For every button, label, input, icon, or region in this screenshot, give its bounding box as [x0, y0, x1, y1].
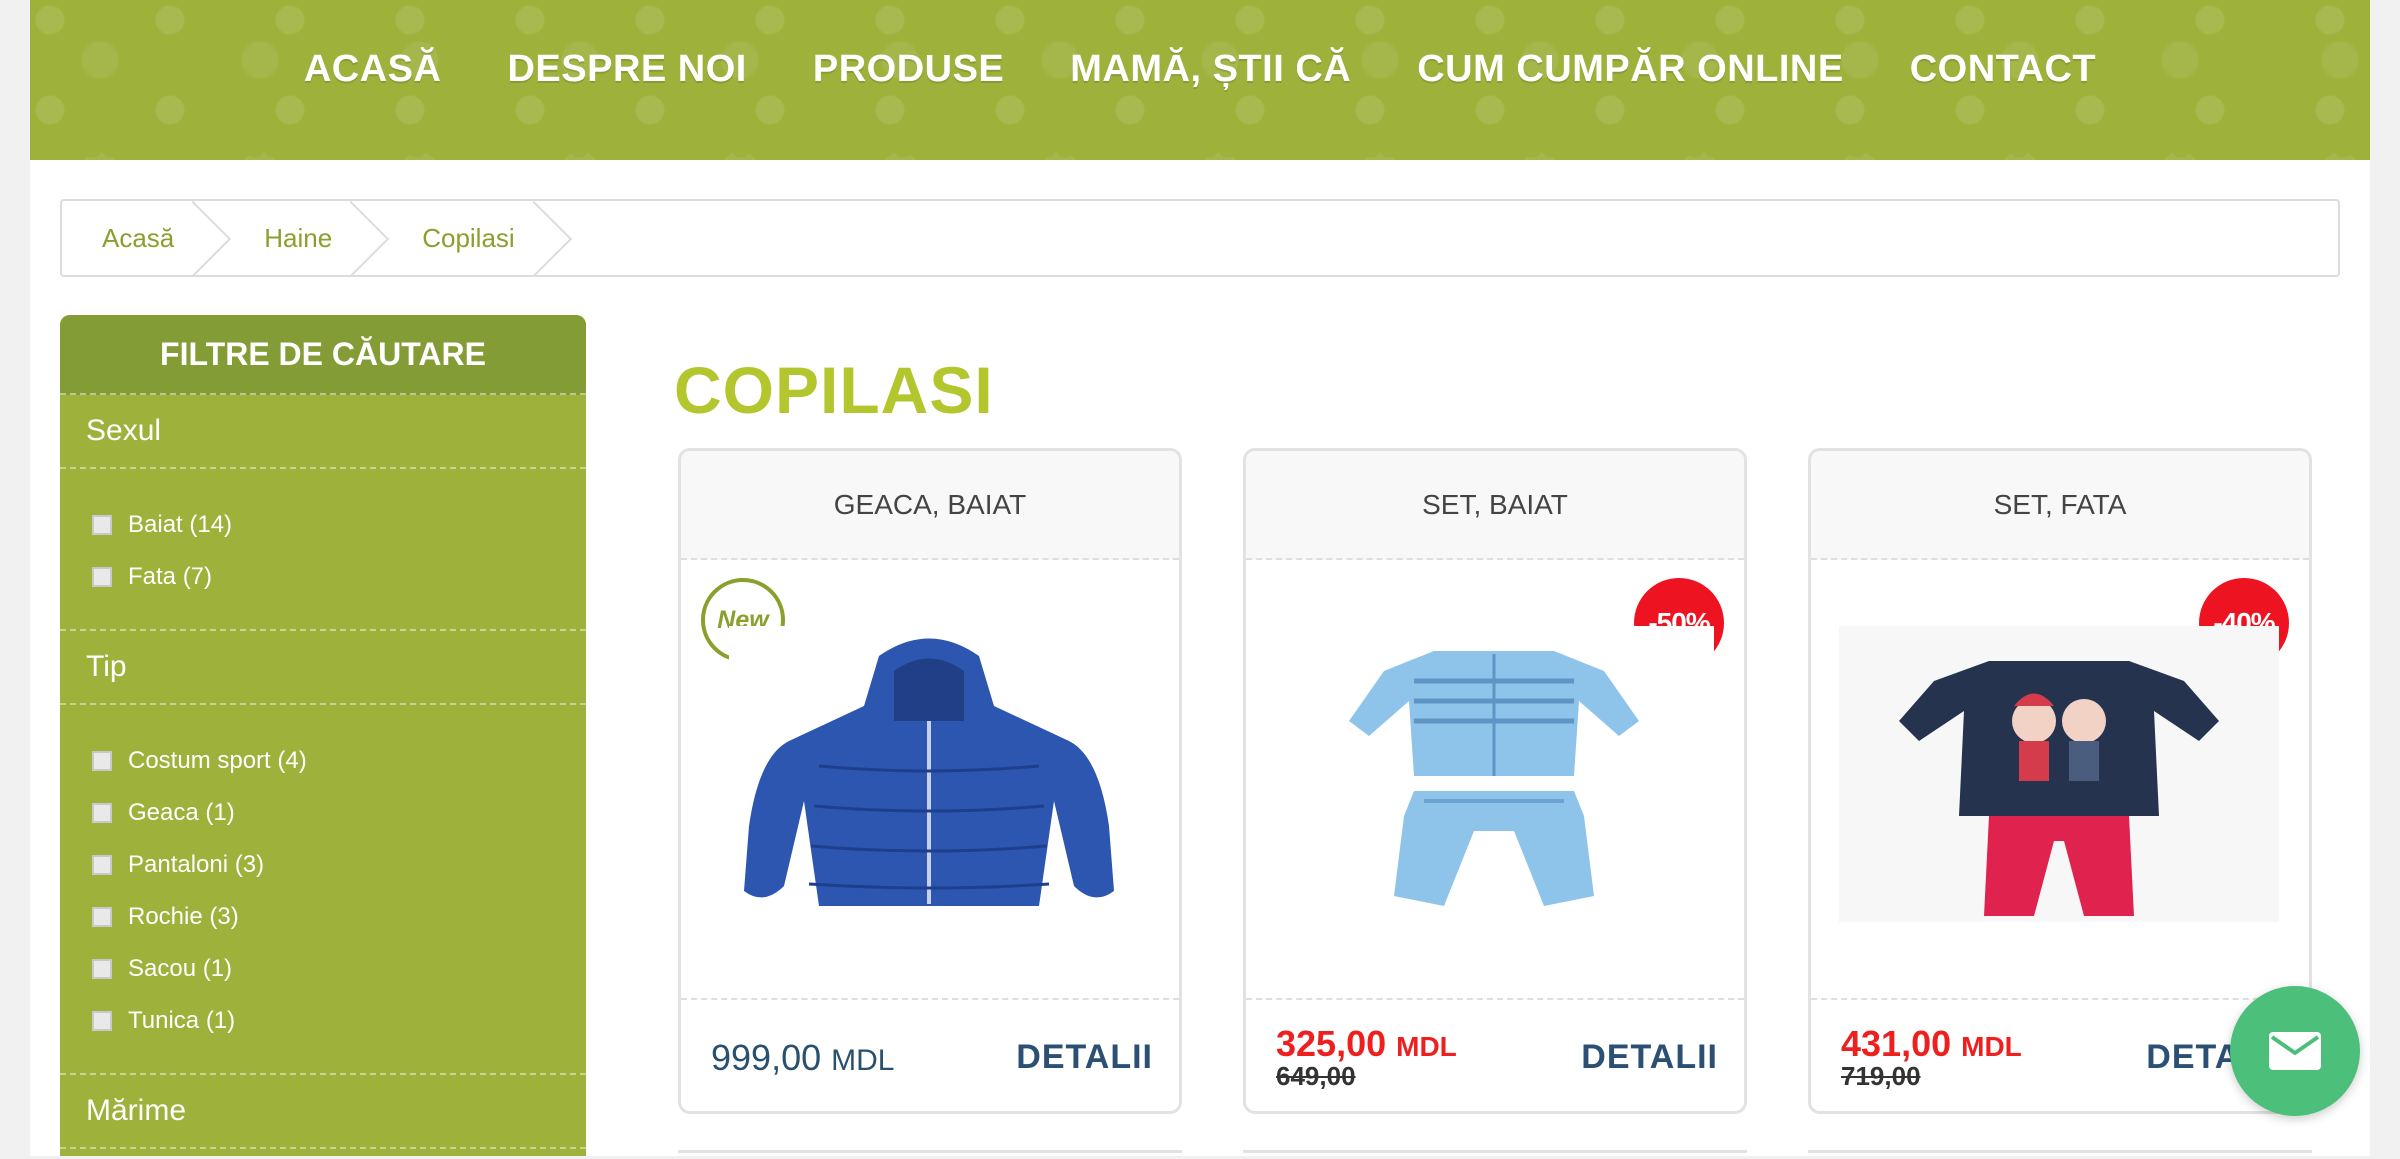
product-card[interactable]: SET, BAIAT -50% 325,00 MDL 649,00 DETALI…: [1243, 448, 1747, 1114]
checkbox[interactable]: [92, 751, 112, 771]
price-value: 325,00: [1276, 1022, 1387, 1064]
price-value: 999,00: [711, 1036, 822, 1078]
filter-option-label: Rochie (3): [128, 903, 239, 930]
price-currency: MDL: [831, 1043, 895, 1077]
product-image-area[interactable]: New: [681, 560, 1179, 1000]
sale-price: 431,00 MDL: [1841, 1025, 2022, 1063]
filter-option-label: Tunica (1): [128, 1007, 236, 1034]
filter-option-label: Baiat (14): [128, 511, 233, 538]
nav-item-produse[interactable]: PRODUSE: [813, 48, 1004, 91]
boy-set-image: [1274, 626, 1714, 922]
product-name[interactable]: GEACA, BAIAT: [681, 451, 1179, 560]
girl-set-image: [1839, 626, 2279, 922]
filter-section-marime[interactable]: Mărime: [60, 1075, 586, 1149]
filter-list-tip: Costum sport (4) Geaca (1) Pantaloni (3)…: [60, 705, 586, 1075]
breadcrumb-item-acasa[interactable]: Acasă: [62, 201, 224, 275]
filter-option-label: Fata (7): [128, 563, 213, 590]
filter-option-label: Sacou (1): [128, 955, 233, 982]
product-card[interactable]: GEACA, BAIAT New 999,00 MDL DETALII: [678, 448, 1182, 1114]
product-name[interactable]: SET, FATA: [1811, 451, 2309, 560]
product-footer: 325,00 MDL 649,00 DETALII: [1246, 1000, 1744, 1111]
filter-section-sexul[interactable]: Sexul: [60, 395, 586, 469]
nav-item-cum-cumpar-online[interactable]: CUM CUMPĂR ONLINE: [1417, 48, 1843, 91]
filter-option-baiat[interactable]: Baiat (14): [60, 499, 586, 551]
product-card[interactable]: SET, FATA -40% 431,00 MDL 719,00 DETALII: [1808, 448, 2312, 1114]
old-price: 649,00: [1276, 1060, 1356, 1091]
checkbox[interactable]: [92, 803, 112, 823]
product-name[interactable]: SET, BAIAT: [1246, 451, 1744, 560]
details-button[interactable]: DETALII: [1016, 1038, 1153, 1077]
next-row-card-edge: [1243, 1150, 1747, 1159]
checkbox[interactable]: [92, 1011, 112, 1031]
filter-option-pantaloni[interactable]: Pantaloni (3): [60, 839, 586, 891]
checkbox[interactable]: [92, 959, 112, 979]
filter-option-label: Pantaloni (3): [128, 851, 265, 878]
site-header: ACASĂ DESPRE NOI PRODUSE MAMĂ, ȘTII CĂ C…: [30, 0, 2370, 160]
product-image-area[interactable]: -40%: [1811, 560, 2309, 1000]
filter-option-label: Geaca (1): [128, 799, 235, 826]
sidebar-title: FILTRE DE CĂUTARE: [60, 315, 586, 395]
product-price: 431,00 MDL 719,00: [1841, 1025, 2022, 1090]
nav-item-acasa[interactable]: ACASĂ: [304, 48, 442, 91]
nav-item-mama-stii-ca[interactable]: MAMĂ, ȘTII CĂ: [1070, 48, 1351, 91]
page: ACASĂ DESPRE NOI PRODUSE MAMĂ, ȘTII CĂ C…: [30, 0, 2370, 1156]
product-image-area[interactable]: -50%: [1246, 560, 1744, 1000]
filter-sidebar: FILTRE DE CĂUTARE Sexul Baiat (14) Fata …: [60, 315, 586, 1156]
filter-section-tip[interactable]: Tip: [60, 631, 586, 705]
header-scallop-edge: [30, 148, 2370, 166]
checkbox[interactable]: [92, 907, 112, 927]
filter-option-fata[interactable]: Fata (7): [60, 551, 586, 603]
nav-item-despre-noi[interactable]: DESPRE NOI: [507, 48, 746, 91]
next-row-card-edge: [1808, 1150, 2312, 1159]
product-price: 325,00 MDL 649,00: [1276, 1025, 1457, 1090]
details-button[interactable]: DETALII: [1581, 1038, 1718, 1077]
price-currency: MDL: [1961, 1030, 2022, 1062]
filter-option-rochie[interactable]: Rochie (3): [60, 891, 586, 943]
envelope-icon: [2269, 1032, 2321, 1070]
checkbox[interactable]: [92, 855, 112, 875]
filter-option-sacou[interactable]: Sacou (1): [60, 943, 586, 995]
product-price: 999,00 MDL: [711, 1037, 894, 1079]
filter-option-costum-sport[interactable]: Costum sport (4): [60, 735, 586, 787]
filter-option-geaca[interactable]: Geaca (1): [60, 787, 586, 839]
breadcrumb-item-copilasi[interactable]: Copilasi: [382, 201, 565, 275]
nav-item-contact[interactable]: CONTACT: [1910, 48, 2096, 91]
filter-option-tunica[interactable]: Tunica (1): [60, 995, 586, 1047]
breadcrumb-item-haine[interactable]: Haine: [224, 201, 382, 275]
jacket-image: [729, 626, 1129, 922]
old-price: 719,00: [1841, 1060, 1921, 1091]
next-row-card-edge: [678, 1150, 1182, 1159]
filter-option-label: Costum sport (4): [128, 747, 307, 774]
price-value: 431,00: [1841, 1022, 1952, 1064]
price-currency: MDL: [1396, 1030, 1457, 1062]
main-nav: ACASĂ DESPRE NOI PRODUSE MAMĂ, ȘTII CĂ C…: [30, 48, 2370, 91]
chat-button[interactable]: [2230, 986, 2360, 1116]
page-title: COPILASI: [674, 353, 994, 427]
filter-list-sexul: Baiat (14) Fata (7): [60, 469, 586, 631]
checkbox[interactable]: [92, 567, 112, 587]
sale-price: 325,00 MDL: [1276, 1025, 1457, 1063]
checkbox[interactable]: [92, 515, 112, 535]
product-footer: 999,00 MDL DETALII: [681, 1000, 1179, 1111]
breadcrumb: Acasă Haine Copilasi: [60, 199, 2340, 277]
